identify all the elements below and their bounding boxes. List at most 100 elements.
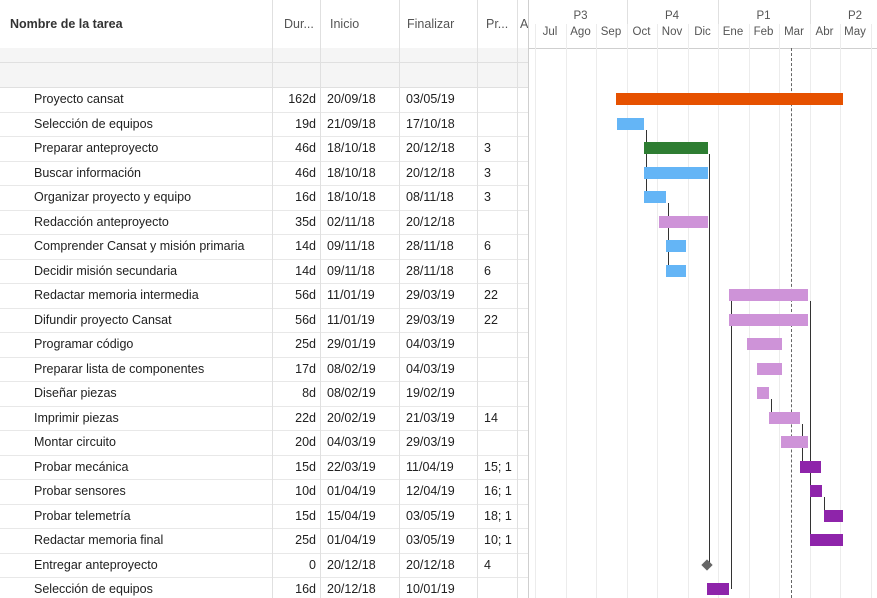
task-start[interactable]: 18/10/18 xyxy=(327,185,395,209)
task-predecessors[interactable]: 6 xyxy=(484,259,518,283)
task-end[interactable]: 20/12/18 xyxy=(406,161,474,185)
task-predecessors[interactable]: 14 xyxy=(484,406,518,430)
table-row[interactable]: Probar mecánica 15d 22/03/19 11/04/19 15; 1 xyxy=(0,455,528,480)
task-start[interactable]: 21/09/18 xyxy=(327,112,395,136)
task-end[interactable]: 04/03/19 xyxy=(406,332,474,356)
table-row[interactable]: Imprimir piezas 22d 20/02/19 21/03/19 14 xyxy=(0,406,528,431)
task-end[interactable]: 11/04/19 xyxy=(406,455,474,479)
task-duration[interactable]: 35d xyxy=(274,210,316,234)
task-predecessors[interactable]: 15; 1 xyxy=(484,455,518,479)
task-bar[interactable] xyxy=(644,142,709,155)
task-predecessors[interactable]: 10; 1 xyxy=(484,528,518,552)
table-row[interactable]: Entregar anteproyecto 0 20/12/18 20/12/18 4 xyxy=(0,553,528,578)
task-name[interactable]: Selección de equipos xyxy=(34,112,272,136)
task-bar[interactable] xyxy=(644,166,709,179)
table-row[interactable]: Probar sensores 10d 01/04/19 12/04/19 16; 1 xyxy=(0,479,528,505)
task-start[interactable]: 02/11/18 xyxy=(327,210,395,234)
task-start[interactable]: 20/02/19 xyxy=(327,406,395,430)
task-bar[interactable] xyxy=(823,509,843,522)
task-duration[interactable]: 162d xyxy=(274,87,316,111)
task-start[interactable]: 18/10/18 xyxy=(327,136,395,160)
task-predecessors[interactable] xyxy=(484,210,518,234)
milestone-diamond[interactable] xyxy=(701,559,713,571)
column-header-end[interactable]: Finalizar xyxy=(407,0,477,48)
column-header-start[interactable]: Inicio xyxy=(330,0,396,48)
task-duration[interactable]: 22d xyxy=(274,406,316,430)
table-row[interactable]: Comprender Cansat y misión primaria 14d 09… xyxy=(0,234,528,260)
task-name[interactable]: Probar sensores xyxy=(34,479,272,503)
task-name[interactable]: Organizar proyecto y equipo xyxy=(34,185,272,209)
task-predecessors[interactable]: 3 xyxy=(484,136,518,160)
task-name[interactable]: Redactar memoria final xyxy=(34,528,272,552)
task-bar[interactable] xyxy=(809,485,822,498)
table-row[interactable]: Redactar memoria final 25d 01/04/19 03/05/1… xyxy=(0,528,528,554)
task-end[interactable]: 29/03/19 xyxy=(406,283,474,307)
task-end[interactable]: 20/12/18 xyxy=(406,553,474,577)
task-name[interactable]: Redactar memoria intermedia xyxy=(34,283,272,307)
task-name[interactable]: Preparar anteproyecto xyxy=(34,136,272,160)
task-predecessors[interactable] xyxy=(484,381,518,405)
task-start[interactable]: 20/12/18 xyxy=(327,577,395,598)
task-start[interactable]: 01/04/19 xyxy=(327,528,395,552)
column-header-duration[interactable]: Dur... xyxy=(284,0,322,48)
task-start[interactable]: 09/11/18 xyxy=(327,259,395,283)
task-name[interactable]: Diseñar piezas xyxy=(34,381,272,405)
task-name[interactable]: Programar código xyxy=(34,332,272,356)
task-bar[interactable] xyxy=(757,362,783,375)
task-bar[interactable] xyxy=(617,117,645,130)
task-bar[interactable] xyxy=(666,264,687,277)
task-duration[interactable]: 20d xyxy=(274,430,316,454)
task-end[interactable]: 19/02/19 xyxy=(406,381,474,405)
task-end[interactable]: 10/01/19 xyxy=(406,577,474,598)
table-row[interactable]: Diseñar piezas 8d 08/02/19 19/02/19 xyxy=(0,381,528,407)
task-start[interactable]: 01/04/19 xyxy=(327,479,395,503)
task-duration[interactable]: 17d xyxy=(274,357,316,381)
task-duration[interactable]: 19d xyxy=(274,112,316,136)
task-name[interactable]: Entregar anteproyecto xyxy=(34,553,272,577)
task-start[interactable]: 04/03/19 xyxy=(327,430,395,454)
task-predecessors[interactable]: 6 xyxy=(484,234,518,258)
column-header-predecessors[interactable]: Pr... xyxy=(486,0,516,48)
table-row[interactable]: Decidir misión secundaria 14d 09/11/18 28/1… xyxy=(0,259,528,284)
task-predecessors[interactable]: 22 xyxy=(484,308,518,332)
task-start[interactable]: 11/01/19 xyxy=(327,283,395,307)
task-predecessors[interactable] xyxy=(484,577,518,598)
task-name[interactable]: Probar telemetría xyxy=(34,504,272,528)
table-row[interactable]: Preparar lista de componentes 17d 08/02/19… xyxy=(0,357,528,382)
task-predecessors[interactable] xyxy=(484,112,518,136)
task-start[interactable]: 20/09/18 xyxy=(327,87,395,111)
task-predecessors[interactable]: 3 xyxy=(484,185,518,209)
task-duration[interactable]: 8d xyxy=(274,381,316,405)
task-name[interactable]: Preparar lista de componentes xyxy=(34,357,272,381)
task-end[interactable]: 03/05/19 xyxy=(406,87,474,111)
task-bar[interactable] xyxy=(659,215,709,228)
task-bar[interactable] xyxy=(809,534,843,547)
task-start[interactable]: 09/11/18 xyxy=(327,234,395,258)
task-duration[interactable]: 15d xyxy=(274,504,316,528)
task-duration[interactable]: 16d xyxy=(274,185,316,209)
task-end[interactable]: 20/12/18 xyxy=(406,210,474,234)
task-duration[interactable]: 46d xyxy=(274,161,316,185)
task-predecessors[interactable]: 22 xyxy=(484,283,518,307)
task-start[interactable]: 08/02/19 xyxy=(327,357,395,381)
task-end[interactable]: 28/11/18 xyxy=(406,234,474,258)
table-row[interactable]: Redacción anteproyecto 35d 02/11/18 20/12/1… xyxy=(0,210,528,235)
task-end[interactable]: 03/05/19 xyxy=(406,504,474,528)
task-predecessors[interactable] xyxy=(484,332,518,356)
task-end[interactable]: 21/03/19 xyxy=(406,406,474,430)
table-row[interactable]: Redactar memoria intermedia 56d 11/01/19 29… xyxy=(0,283,528,309)
task-bar[interactable] xyxy=(707,583,730,596)
task-end[interactable]: 17/10/18 xyxy=(406,112,474,136)
task-name[interactable]: Difundir proyecto Cansat xyxy=(34,308,272,332)
task-predecessors[interactable]: 4 xyxy=(484,553,518,577)
table-row[interactable]: Preparar anteproyecto 46d 18/10/18 20/12/18… xyxy=(0,136,528,162)
task-start[interactable]: 29/01/19 xyxy=(327,332,395,356)
task-bar[interactable] xyxy=(644,191,667,204)
task-predecessors[interactable]: 16; 1 xyxy=(484,479,518,503)
task-duration[interactable]: 15d xyxy=(274,455,316,479)
task-end[interactable]: 04/03/19 xyxy=(406,357,474,381)
task-duration[interactable]: 25d xyxy=(274,528,316,552)
task-bar[interactable] xyxy=(747,338,783,351)
task-predecessors[interactable] xyxy=(484,87,518,111)
task-end[interactable]: 29/03/19 xyxy=(406,430,474,454)
